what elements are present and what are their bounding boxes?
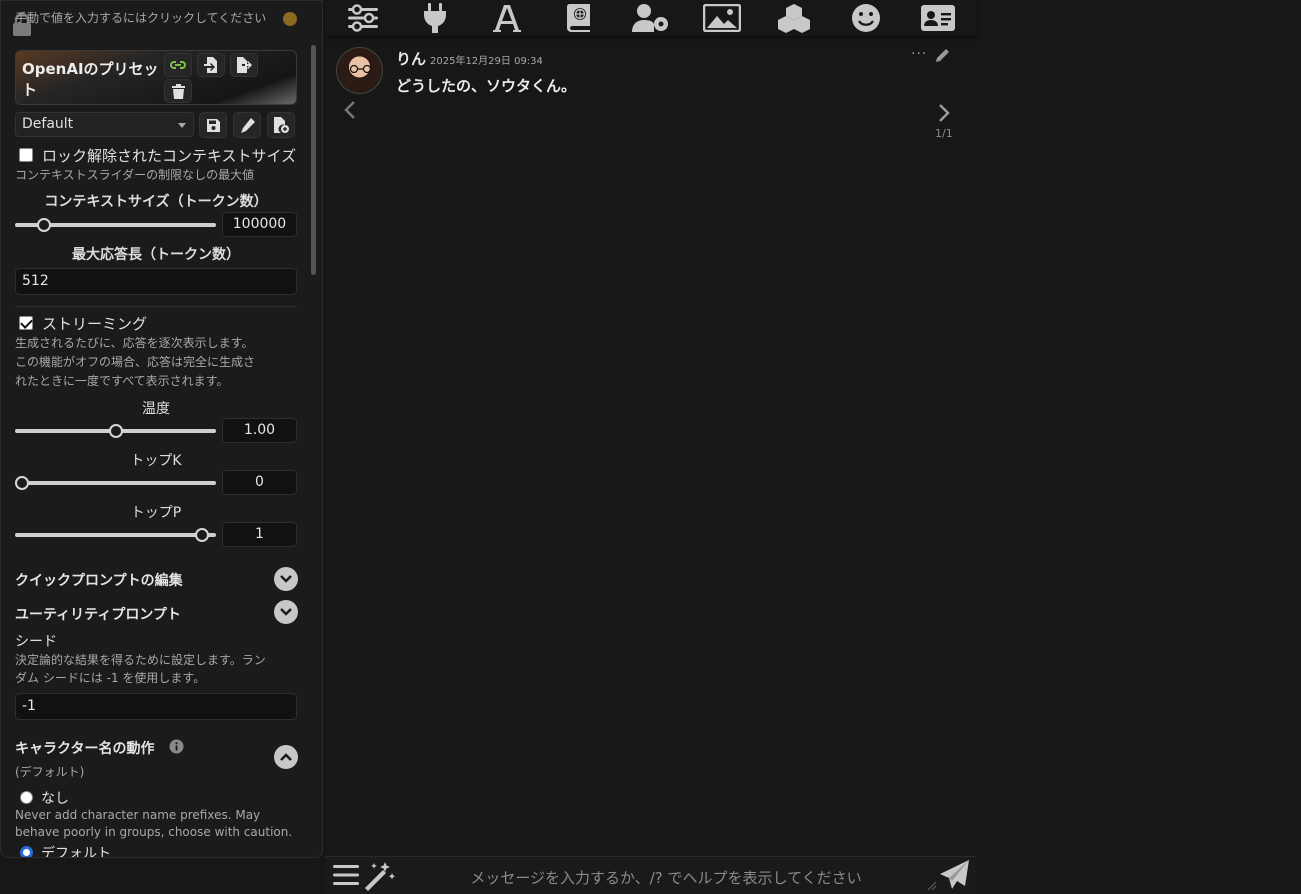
radio-none[interactable] (20, 791, 33, 804)
chevron-down-icon (280, 575, 292, 583)
user-gear-icon[interactable] (631, 0, 671, 36)
send-icon[interactable] (939, 859, 971, 891)
export-preset-button[interactable] (230, 53, 258, 77)
save-preset-button[interactable] (199, 112, 227, 138)
preset-select[interactable]: Default (15, 112, 194, 137)
max-response-input[interactable]: 512 (15, 268, 297, 295)
link-button[interactable] (164, 53, 192, 77)
temperature-label: 温度 (142, 401, 170, 417)
unlock-context-desc: コンテキストスライダーの制限なしの最大値 (15, 168, 255, 182)
trash-icon (171, 83, 185, 99)
top-k-slider[interactable] (15, 476, 216, 490)
preset-title: OpenAIのプリセット (22, 60, 159, 99)
panel-scrollbar[interactable] (311, 45, 316, 275)
chevron-right-icon[interactable] (938, 103, 950, 123)
image-icon[interactable] (702, 0, 742, 36)
context-size-slider[interactable] (15, 218, 216, 232)
chat-input-bar: メッセージを入力するか、/? でヘルプを表示してください (325, 856, 976, 894)
max-response-label: 最大応答長（トークン数） (72, 247, 240, 263)
radio-default[interactable] (20, 846, 33, 857)
book-atlas-icon[interactable] (559, 0, 599, 36)
pencil-icon (240, 117, 255, 133)
quick-prompts-section-title[interactable]: クイックプロンプトの編集 (15, 570, 183, 590)
file-import-icon (204, 57, 217, 73)
chevron-up-icon (280, 753, 292, 761)
manual-input-hint: 手動で値を入力するにはクリックしてください (15, 11, 267, 25)
temperature-slider-thumb[interactable] (108, 424, 123, 438)
context-size-slider-thumb[interactable] (37, 218, 52, 232)
swipe-counter: 1/1 (935, 127, 953, 140)
smiley-icon[interactable] (846, 0, 886, 36)
streaming-checkbox[interactable] (19, 316, 33, 330)
streaming-desc-line3: れたときに一度ですべて表示されます。 (15, 374, 229, 388)
preset-select-value: Default (22, 116, 74, 132)
rename-preset-button[interactable] (233, 112, 261, 138)
chat-area: りん 2025年12月29日 09:34 どうしたの、ソウタくん。 ··· 1/… (325, 36, 976, 856)
info-icon[interactable] (169, 739, 184, 754)
chat-message-input[interactable]: メッセージを入力するか、/? でヘルプを表示してください (401, 861, 931, 891)
chevron-down-icon (280, 608, 292, 616)
char-name-behavior-sublabel: (デフォルト) (15, 765, 85, 779)
seed-input[interactable]: -1 (15, 693, 297, 720)
streaming-label: ストリーミング (42, 315, 148, 333)
utility-prompts-expand-button[interactable] (274, 600, 298, 624)
radio-none-label: なし (41, 791, 69, 807)
top-p-label: トップP (130, 505, 182, 521)
top-k-slider-thumb[interactable] (15, 476, 29, 490)
seed-desc-line2: ダム シードには -1 を使用します。 (15, 671, 206, 685)
avatar[interactable] (336, 47, 383, 94)
new-preset-button[interactable] (267, 112, 295, 138)
coin-icon (283, 12, 297, 26)
streaming-desc-line2: この機能がオフの場合、応答は完全に生成さ (15, 355, 256, 369)
chevron-down-icon (178, 123, 186, 128)
font-icon[interactable] (487, 0, 527, 36)
message-text: どうしたの、ソウタくん。 (396, 77, 577, 95)
file-export-icon (237, 57, 252, 73)
id-card-icon[interactable] (918, 0, 958, 36)
resize-grip-icon[interactable] (928, 882, 936, 890)
glasses-icon (349, 65, 372, 73)
streaming-desc-line1: 生成されるたびに、応答を逐次表示します。 (15, 336, 254, 350)
char-name-behavior-title: キャラクター名の動作 (15, 741, 155, 757)
chevron-left-icon[interactable] (344, 100, 356, 120)
top-p-slider[interactable] (15, 528, 216, 542)
preset-card: OpenAIのプリセット (15, 50, 297, 105)
context-size-input[interactable]: 100000 (222, 212, 297, 237)
top-k-label: トップK (130, 453, 182, 469)
top-p-input[interactable]: 1 (222, 522, 297, 547)
top-k-input[interactable]: 0 (222, 470, 297, 495)
link-icon (170, 61, 186, 69)
pencil-icon[interactable] (934, 48, 950, 64)
cubes-icon[interactable] (774, 0, 814, 36)
message-author-name: りん (396, 50, 427, 68)
radio-default-label: デフォルト (41, 846, 111, 858)
temperature-slider[interactable] (15, 424, 216, 438)
delete-preset-button[interactable] (164, 79, 192, 103)
top-navigation-bar (325, 0, 976, 36)
section-divider (15, 306, 297, 307)
top-p-slider-thumb[interactable] (194, 528, 209, 542)
config-scroll-area[interactable]: 手動で値を入力するにはクリックしてください OpenAIのプリセット Defau… (1, 1, 311, 858)
quick-prompts-expand-button[interactable] (274, 567, 298, 591)
hamburger-menu-icon[interactable] (333, 863, 359, 887)
seed-label: シード (15, 634, 57, 650)
more-options-icon[interactable]: ··· (911, 46, 927, 62)
unlock-context-checkbox[interactable] (19, 148, 33, 162)
context-size-label: コンテキストサイズ（トークン数） (44, 194, 268, 210)
temperature-input[interactable]: 1.00 (222, 418, 297, 443)
radio-none-desc-line2: behave poorly in groups, choose with cau… (15, 825, 293, 839)
unlock-context-label: ロック解除されたコンテキストサイズ (42, 147, 297, 165)
import-preset-button[interactable] (197, 53, 225, 77)
utility-prompts-section-title[interactable]: ユーティリティプロンプト (15, 604, 181, 624)
message-timestamp: 2025年12月29日 09:34 (430, 56, 543, 67)
seed-desc-line1: 決定論的な結果を得るために設定します。ラン (15, 653, 266, 667)
magic-wand-icon[interactable] (363, 860, 397, 892)
file-plus-icon (274, 117, 289, 133)
char-name-behavior-collapse-button[interactable] (274, 745, 298, 769)
ai-response-config-panel: 手動で値を入力するにはクリックしてください OpenAIのプリセット Defau… (0, 0, 323, 858)
floppy-disk-icon (206, 118, 220, 132)
plug-icon[interactable] (415, 0, 455, 36)
sliders-icon[interactable] (343, 0, 383, 36)
